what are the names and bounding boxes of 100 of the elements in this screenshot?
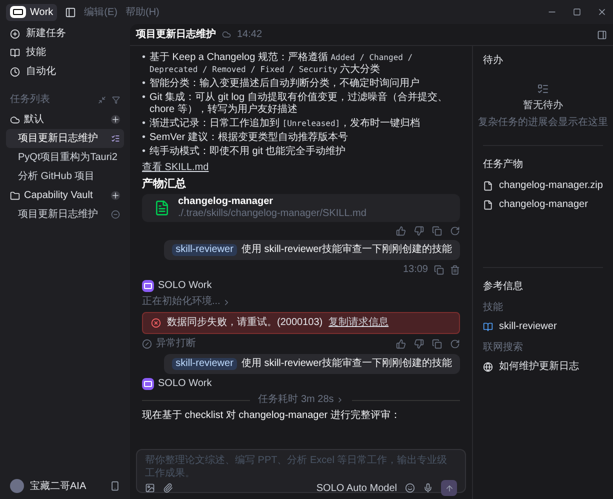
app-logo-icon [10,6,26,18]
ref-subheading: 技能 [483,301,504,314]
panel-heading: 任务产物 [483,158,524,171]
avatar[interactable] [10,479,24,493]
app-switcher[interactable]: Work [6,4,58,20]
group-header[interactable]: Capability Vault [10,189,93,202]
thumbs-up-icon[interactable] [396,339,406,349]
bullet-item: 智能分类：输入变更描述后自动判断分类，不确定时询问用户 [150,78,420,90]
error-text: 数据同步失败，请重试。(2000103) [167,317,323,329]
globe-icon [483,362,493,372]
book-icon [483,322,493,332]
message-text: 使用 skill-reviewer技能审查一下刚刚创建的技能 [241,244,452,256]
send-button[interactable] [441,480,457,496]
agent-name: SOLO Work [158,378,212,390]
delete-icon[interactable] [450,265,460,275]
panel-toggle-icon[interactable] [597,30,607,40]
file-name: changelog-manager [178,196,274,208]
copy-icon[interactable] [432,226,442,236]
ref-item[interactable]: 如何维护更新日志 [483,360,603,373]
copy-request-link[interactable]: 复制请求信息 [328,317,389,329]
phone-icon[interactable] [110,481,120,491]
maximize-icon[interactable] [573,8,581,16]
section-heading: 产物汇总 [142,178,187,190]
group-header[interactable]: 默认 [10,113,44,126]
cloud-icon [222,30,231,39]
thumbs-up-icon[interactable] [396,226,406,236]
ref-subheading: 联网搜索 [483,341,524,354]
bullet-marker: • [142,52,146,65]
ref-item[interactable]: skill-reviewer [483,320,603,333]
retry-icon[interactable] [450,339,460,349]
bullet-marker: • [142,132,146,144]
output-file[interactable]: changelog-manager.zip [483,179,603,192]
message-input[interactable]: 帮你整理论文综述、编写 PPT、分析 Excel 等日常工作，输出专业级工作成果。 SOLO Auto Model [136,449,466,493]
copy-icon[interactable] [434,265,444,275]
attach-icon[interactable] [163,483,173,493]
empty-hint: 复杂任务的进展会显示在这里 [478,116,608,129]
message-time: 13:09 [402,264,428,276]
app-name: Work [30,6,54,18]
minus-circle-icon[interactable] [111,210,120,219]
filter-icon[interactable] [112,96,120,104]
section-title: 任务列表 [10,93,50,106]
thumbs-down-icon[interactable] [414,339,424,349]
output-file[interactable]: changelog-manager [483,198,603,211]
nav-item[interactable]: 技能 [6,43,124,62]
file-icon [483,180,493,190]
bullet-marker: • [142,92,146,105]
file-icon [154,200,170,216]
chat-title: 项目更新日志维护 [136,28,216,41]
add-icon[interactable] [111,191,120,200]
file-icon [483,200,493,210]
collapse-icon[interactable] [98,96,106,104]
cloud-icon [10,114,20,124]
image-icon[interactable] [145,483,155,493]
close-icon[interactable] [597,7,607,17]
interrupted-icon [142,339,152,349]
panel-heading: 待办 [483,54,504,67]
nav-item[interactable]: 新建任务 [6,24,124,43]
empty-title: 暂无待办 [523,99,563,112]
list-icon [111,134,120,143]
message-text: 使用 skill-reviewer技能审查一下刚刚创建的技能 [241,358,452,370]
user-name: 宝藏二哥AIA [30,480,86,492]
file-path: ./.trae/skills/changelog-manager/SKILL.md [178,208,366,220]
mic-icon[interactable] [423,483,433,493]
agent-logo-icon [142,378,154,390]
status-text: 正在初始化环境... [142,296,220,308]
copy-icon[interactable] [432,339,442,349]
add-icon[interactable] [111,115,120,124]
bullet-item: SemVer 建议：根据变更类型自动推荐版本号 [150,132,348,144]
duration-text[interactable]: 任务耗时 3m 28s [258,394,334,406]
bullet-item: 渐进式记录：日常工作追加到 [Unreleased]，发布时一键归档 [150,118,420,130]
skill-link[interactable]: 查看 SKILL.md [142,162,209,174]
thumbs-down-icon[interactable] [414,226,424,236]
agent-name: SOLO Work [158,280,212,292]
task-item[interactable]: 项目更新日志维护 [6,129,124,148]
bullet-marker: • [142,78,146,90]
task-item[interactable]: PyQt项目重构为Tauri2 [6,148,124,167]
sidebar-toggle-icon[interactable] [65,6,76,18]
bullet-item: 基于 Keep a Changelog 规范：严格遵循 Added / Changed / Deprecated / Removed / Fixed / Security 六大分类 [150,52,414,76]
chat-time: 14:42 [237,28,262,41]
task-item[interactable]: 项目更新日志维护 [6,205,124,224]
smiley-icon[interactable] [405,483,415,493]
input-placeholder: 帮你整理论文综述、编写 PPT、分析 Excel 等日常工作，输出专业级工作成果。 [145,454,448,480]
retry-icon[interactable] [450,226,460,236]
nav-item[interactable]: 自动化 [6,62,124,81]
agent-logo-icon [142,280,154,292]
todo-icon [537,83,549,95]
skill-tag: skill-reviewer [172,358,238,370]
bullet-marker: • [142,146,146,158]
skill-tag: skill-reviewer [172,244,238,256]
arrow-up-icon [444,484,454,492]
task-item[interactable]: 分析 GitHub 项目 [6,167,124,186]
new-task-icon [10,28,20,38]
file-card[interactable]: changelog-manager ./.trae/skills/changelog-manager/SKILL.md [142,194,460,222]
model-selector[interactable]: SOLO Auto Model [316,482,397,494]
bullet-item: Git 集成：可从 git log 自动提取有价值变更，过滤噪音（合并提交、chore 等），转写为用户友好描述 [150,92,448,116]
error-icon [151,318,161,328]
bullet-marker: • [142,118,146,130]
clock-icon [10,66,20,76]
book-icon [10,48,20,58]
folder-icon [10,190,20,200]
